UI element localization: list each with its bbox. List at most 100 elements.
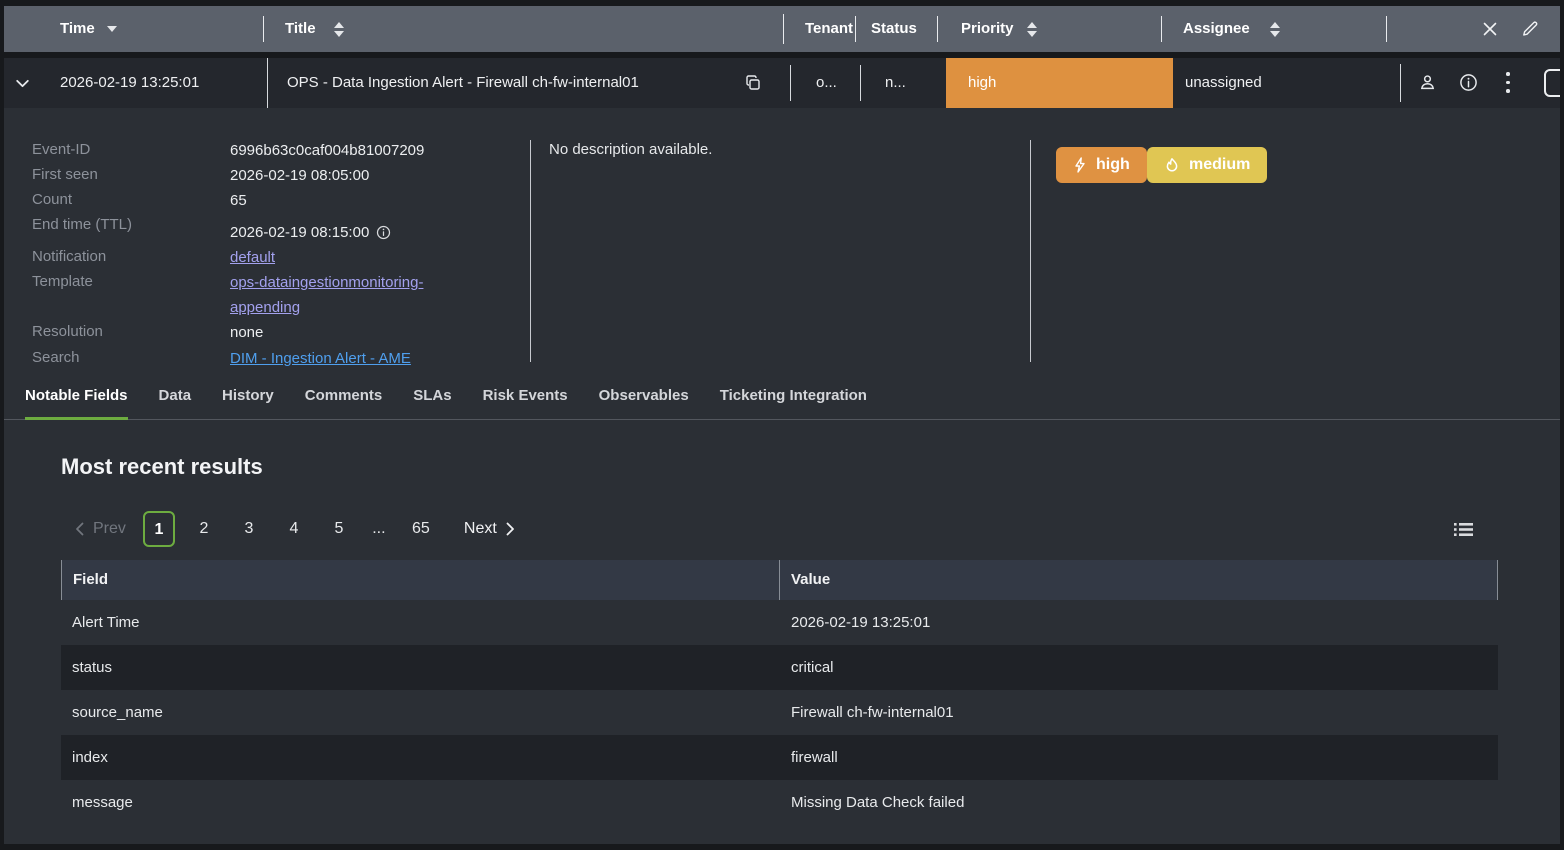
column-time[interactable]: Time <box>60 6 95 52</box>
list-view-icon[interactable] <box>1454 521 1473 538</box>
column-priority[interactable]: Priority <box>961 6 1014 52</box>
tab-comments[interactable]: Comments <box>305 374 383 420</box>
tab-data[interactable]: Data <box>159 374 192 420</box>
table-row[interactable]: source_name Firewall ch-fw-internal01 <box>61 690 1498 735</box>
count-value: 65 <box>230 188 530 213</box>
notification-template-label-line2: Template <box>32 270 227 294</box>
page-5-button[interactable]: 5 <box>323 520 355 538</box>
chevron-right-icon <box>506 522 515 536</box>
column-divider <box>1161 16 1162 42</box>
column-header-field: Field <box>62 560 780 600</box>
column-tenant[interactable]: Tenant <box>805 6 853 52</box>
column-status[interactable]: Status <box>871 6 917 52</box>
high-button-label: high <box>1096 156 1130 174</box>
first-seen-value: 2026-02-19 08:05:00 <box>230 163 530 188</box>
tab-ticketing-integration[interactable]: Ticketing Integration <box>720 374 867 420</box>
close-icon[interactable] <box>1482 21 1498 37</box>
prev-page-button[interactable]: Prev <box>75 520 126 538</box>
column-divider <box>855 16 856 42</box>
table-row[interactable]: message Missing Data Check failed <box>61 780 1498 825</box>
set-priority-high-button[interactable]: high <box>1056 147 1147 183</box>
column-header-value: Value <box>780 560 1497 600</box>
table-row[interactable]: index firewall <box>61 735 1498 780</box>
cell-value: Missing Data Check failed <box>780 780 1498 825</box>
page-4-button[interactable]: 4 <box>278 520 310 538</box>
column-divider <box>783 14 784 44</box>
title-sort-icon[interactable] <box>334 21 344 37</box>
page-65-button[interactable]: 65 <box>403 520 439 538</box>
event-id-value: 6996b63c0caf004b81007209 <box>230 138 530 163</box>
edit-pencil-icon[interactable] <box>1521 20 1539 38</box>
event-id-label: Event-ID <box>32 138 227 162</box>
end-time-text: 2026-02-19 08:15:00 <box>230 224 369 241</box>
search-label: Search <box>32 346 227 370</box>
page-2-button[interactable]: 2 <box>188 520 220 538</box>
cell-value: critical <box>780 645 1498 690</box>
details-divider <box>530 140 531 362</box>
page-1-button[interactable]: 1 <box>143 511 175 547</box>
ttl-info-icon[interactable] <box>376 225 391 240</box>
medium-button-label: medium <box>1189 156 1250 174</box>
assign-user-icon[interactable] <box>1418 73 1437 92</box>
copy-title-icon[interactable] <box>744 74 762 92</box>
cell-value: firewall <box>780 735 1498 780</box>
table-row[interactable]: status critical <box>61 645 1498 690</box>
cell-field: Alert Time <box>61 600 780 645</box>
alert-row[interactable]: 2026-02-19 13:25:01 OPS - Data Ingestion… <box>4 58 1560 108</box>
end-time-label: End time (TTL) <box>32 213 227 237</box>
row-divider <box>790 65 791 101</box>
priority-badge-high[interactable]: high <box>946 58 1173 108</box>
alert-title: OPS - Data Ingestion Alert - Firewall ch… <box>287 58 639 108</box>
time-sort-caret-icon[interactable] <box>107 26 117 32</box>
set-priority-medium-button[interactable]: medium <box>1147 147 1267 183</box>
results-heading: Most recent results <box>61 454 263 480</box>
next-page-button[interactable]: Next <box>464 520 515 538</box>
alert-status: n... <box>885 58 906 108</box>
priority-badge-label: high <box>968 74 996 91</box>
notification-default-link[interactable]: default <box>230 249 275 266</box>
page-3-button[interactable]: 3 <box>233 520 265 538</box>
column-divider <box>1386 16 1387 42</box>
column-divider <box>937 16 938 42</box>
notification-template-label-line1: Notification <box>32 245 227 269</box>
row-divider <box>1400 64 1401 102</box>
notification-template-link[interactable]: ops-dataingestionmonitoring-appending <box>230 274 423 316</box>
assignee-sort-icon[interactable] <box>1270 21 1280 37</box>
next-label: Next <box>464 520 497 538</box>
alert-tenant: o... <box>816 58 837 108</box>
column-divider <box>263 16 264 42</box>
column-title[interactable]: Title <box>285 6 316 52</box>
detail-tabs: Notable Fields Data History Comments SLA… <box>4 374 1560 420</box>
alert-manager-window: Time Title Tenant Status Priority Assign… <box>4 6 1560 844</box>
more-actions-kebab-icon[interactable] <box>1506 72 1510 98</box>
row-divider <box>267 58 268 108</box>
pagination: Prev 1 2 3 4 5 ... 65 Next <box>75 511 515 547</box>
alert-time: 2026-02-19 13:25:01 <box>60 58 199 108</box>
notable-fields-table: Field Value Alert Time 2026-02-19 13:25:… <box>61 560 1498 825</box>
count-label: Count <box>32 188 227 212</box>
info-icon[interactable] <box>1459 73 1478 92</box>
page-ellipsis: ... <box>368 520 390 538</box>
cell-value: 2026-02-19 13:25:01 <box>780 600 1498 645</box>
cell-field: status <box>61 645 780 690</box>
cell-field: message <box>61 780 780 825</box>
tab-history[interactable]: History <box>222 374 274 420</box>
resolution-label: Resolution <box>32 320 227 344</box>
column-assignee[interactable]: Assignee <box>1183 6 1250 52</box>
end-time-value: 2026-02-19 08:15:00 <box>230 220 530 245</box>
tab-risk-events[interactable]: Risk Events <box>483 374 568 420</box>
row-select-checkbox[interactable] <box>1544 69 1560 97</box>
tab-observables[interactable]: Observables <box>599 374 689 420</box>
resolution-value: none <box>230 320 530 345</box>
priority-sort-icon[interactable] <box>1027 21 1037 37</box>
table-header-row: Field Value <box>61 560 1498 600</box>
details-divider <box>1030 140 1031 362</box>
cell-field: source_name <box>61 690 780 735</box>
cell-value: Firewall ch-fw-internal01 <box>780 690 1498 735</box>
tab-slas[interactable]: SLAs <box>413 374 451 420</box>
tab-notable-fields[interactable]: Notable Fields <box>25 374 128 420</box>
list-column-header: Time Title Tenant Status Priority Assign… <box>4 6 1560 52</box>
table-row[interactable]: Alert Time 2026-02-19 13:25:01 <box>61 600 1498 645</box>
search-link[interactable]: DIM - Ingestion Alert - AME <box>230 350 411 367</box>
expand-chevron-down-icon[interactable] <box>14 75 31 92</box>
